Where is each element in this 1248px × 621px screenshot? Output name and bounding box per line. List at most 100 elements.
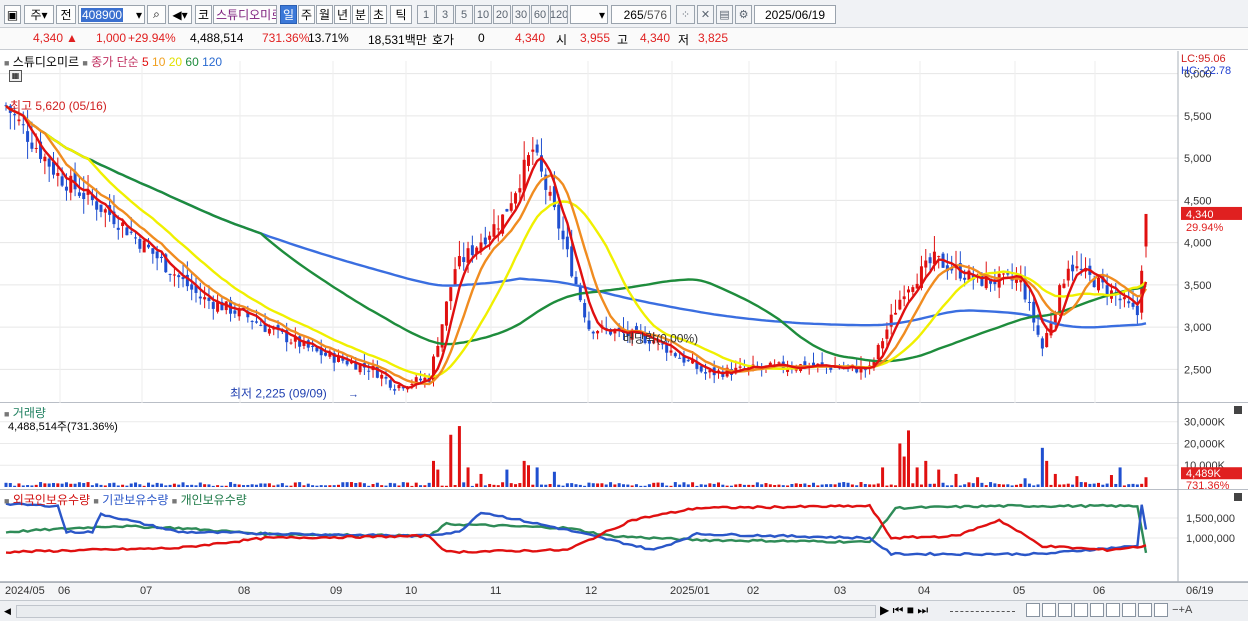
scroll-left-icon[interactable]: ◀: [4, 606, 11, 617]
volume-bar: [177, 484, 181, 487]
candle-body: [924, 260, 928, 268]
candle-body: [211, 302, 215, 309]
period-tab-6[interactable]: 틱: [390, 5, 412, 24]
draw-icon[interactable]: [1090, 603, 1104, 617]
price-panel[interactable]: 6,000 5,500 5,000 4,500 4,000 3,500 3,000 2,500…: [0, 51, 1248, 403]
grid-icon[interactable]: [1058, 603, 1072, 617]
period-tab-2[interactable]: 월: [316, 5, 333, 24]
lock-icon[interactable]: [1122, 603, 1136, 617]
volume-chart[interactable]: 30,000K20,000K10,000K4,489K731.36%: [0, 403, 1248, 490]
x-tick-13: 06: [1093, 585, 1106, 597]
volume-bar: [108, 483, 112, 487]
calculator-icon[interactable]: ▦: [9, 70, 22, 82]
volume-bar: [587, 482, 591, 487]
gear-icon[interactable]: ⚙: [735, 5, 752, 24]
candle-body: [1071, 264, 1075, 272]
up-arrow-icon: ▲: [66, 31, 78, 45]
panel-close-icon[interactable]: [1234, 406, 1242, 414]
code-input[interactable]: 408900 ▾: [78, 5, 145, 24]
volume-bar: [457, 426, 461, 487]
candle-body: [60, 176, 64, 186]
volume-bar: [889, 484, 893, 487]
period-tab-3[interactable]: 년: [334, 5, 351, 24]
candle-body: [1105, 285, 1109, 295]
bid-value: 4,340: [515, 31, 546, 45]
scroll-right-icon[interactable]: ▶: [880, 603, 889, 617]
volume-bar: [254, 484, 258, 487]
period-tab-1[interactable]: 주: [298, 5, 315, 24]
x-tick-3: 08: [238, 585, 251, 597]
volume-bar: [64, 482, 68, 487]
count-value: 265: [623, 7, 644, 22]
date-field[interactable]: 2025/06/19: [754, 5, 836, 24]
interval-button-60[interactable]: 60: [531, 5, 549, 24]
candle-body: [570, 246, 574, 277]
volume-bar: [501, 482, 505, 487]
period-tab-0[interactable]: 일: [280, 5, 297, 24]
copy-icon[interactable]: [1026, 603, 1040, 617]
price-chart[interactable]: 6,0005,5005,0004,5004,0003,5003,0002,500…: [0, 51, 1248, 403]
scroll-track[interactable]: [16, 605, 876, 618]
panel-close-icon[interactable]: [1234, 493, 1242, 501]
candle-body: [557, 204, 561, 229]
interval-button-1[interactable]: 1: [417, 5, 435, 24]
line-icon[interactable]: [1106, 603, 1120, 617]
print-icon[interactable]: [1154, 603, 1168, 617]
volume-bar: [712, 483, 716, 487]
volume-bar: [574, 484, 578, 487]
volume-panel[interactable]: 30,000K 20,000K 10,000K 4,489K 731.36% ■ 거래량…: [0, 403, 1248, 490]
volume-bar: [190, 484, 194, 487]
candle-body: [1135, 305, 1139, 316]
open-label: 시: [556, 33, 568, 47]
window-icon[interactable]: ▣: [4, 5, 21, 24]
y-tick-label: 5,000: [1184, 153, 1212, 165]
stock-name-field[interactable]: 스튜디오미르: [213, 5, 277, 24]
interval-button-10[interactable]: 10: [474, 5, 492, 24]
volume-bar: [626, 484, 630, 487]
volume-bar: [302, 485, 306, 487]
y-tick-label: 1,000,000: [1186, 533, 1235, 545]
holding-panel[interactable]: 1,500,000 1,000,000 ■ 외국인보유수량 ■ 기관보유수량 ■ …: [0, 490, 1248, 582]
candle-body: [1075, 266, 1079, 269]
count-field[interactable]: 265/576: [611, 5, 671, 24]
candle-body: [177, 275, 181, 278]
volume-bar: [634, 484, 638, 487]
exchange-button[interactable]: 코: [195, 5, 212, 24]
interval-button-5[interactable]: 5: [455, 5, 473, 24]
candle-body: [419, 378, 423, 381]
zoom-icon[interactable]: [1074, 603, 1088, 617]
dots-icon[interactable]: ⁘: [676, 5, 695, 24]
scroll-thumb[interactable]: [17, 606, 875, 617]
search-icon[interactable]: ⌕: [147, 5, 166, 24]
interval-button-120[interactable]: 120: [550, 5, 568, 24]
speaker-icon[interactable]: ◀▾: [168, 5, 192, 24]
interval-button-30[interactable]: 30: [512, 5, 530, 24]
market-select[interactable]: 주 ▾: [24, 5, 54, 24]
volume-bar: [781, 485, 785, 487]
arrow-icon: →: [348, 389, 359, 401]
stop-icon[interactable]: ■: [907, 603, 914, 617]
layout-icon[interactable]: [1042, 603, 1056, 617]
font-icon[interactable]: A: [1185, 604, 1192, 616]
volume-bar: [1097, 482, 1100, 487]
candle-body: [103, 209, 107, 213]
bullet-icon: ■: [4, 58, 10, 68]
interval-select[interactable]: ▾: [570, 5, 608, 24]
volume-bar: [824, 484, 828, 487]
volume-bar: [954, 473, 958, 487]
volume-bar: [224, 485, 228, 487]
volume-bar: [21, 485, 25, 487]
crosshair-icon[interactable]: ✕: [697, 5, 714, 24]
forward-icon[interactable]: ⏭: [917, 603, 928, 617]
volume-bar: [747, 484, 751, 487]
period-tab-5[interactable]: 초: [370, 5, 387, 24]
interval-button-3[interactable]: 3: [436, 5, 454, 24]
zoom-slider[interactable]: [950, 611, 1015, 612]
settings-icon[interactable]: [1138, 603, 1152, 617]
dividend-annotation: 배당락(0.00%): [623, 331, 698, 345]
period-tab-4[interactable]: 분: [352, 5, 369, 24]
save-icon[interactable]: ▤: [716, 5, 733, 24]
prev-button[interactable]: 전: [56, 5, 76, 24]
rewind-icon[interactable]: ⏮: [893, 603, 904, 617]
interval-button-20[interactable]: 20: [493, 5, 511, 24]
